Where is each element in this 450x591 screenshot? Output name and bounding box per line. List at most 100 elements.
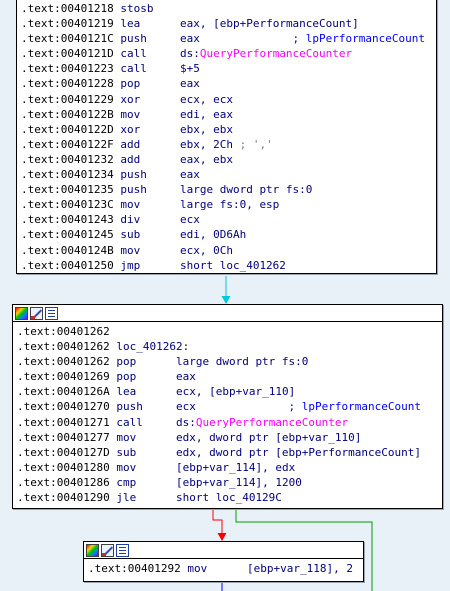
operand: [ebp+ xyxy=(175,475,210,489)
edge-false xyxy=(212,508,223,535)
address: .text:00401243 xyxy=(21,213,114,227)
mnemonic: sub xyxy=(116,445,137,459)
code-line[interactable]: .text:00401223 call $+5 xyxy=(21,61,432,76)
operand: large dword ptr fs:0 xyxy=(175,355,309,369)
code-lines: .text:00401218 stosb .text:00401219 lea … xyxy=(17,0,436,275)
mnemonic: push xyxy=(120,183,147,197)
code-line[interactable]: .text:00401235 push large dword ptr fs:0 xyxy=(21,182,432,197)
code-line[interactable]: .text:0040121D call ds:QueryPerformanceC… xyxy=(21,46,432,61)
operand: [ebp+ xyxy=(246,562,281,575)
address: .text:00401271 xyxy=(17,415,110,429)
code-line[interactable]: .text:00401234 push eax xyxy=(21,167,432,182)
graph-overview-icon[interactable] xyxy=(86,543,99,557)
text-view-icon[interactable] xyxy=(45,306,58,320)
operand: short loc_40129C xyxy=(175,491,282,505)
operand: edi, eax xyxy=(179,107,233,121)
code-lines: .text:00401262 .text:00401262 loc_401262:… xyxy=(13,322,442,507)
code-line[interactable]: .text:00401245 sub edi, 0D6Ah xyxy=(21,227,432,242)
mnemonic: pop xyxy=(116,355,137,369)
code-line[interactable]: .text:0040126A lea ecx, [ebp+var_110] xyxy=(17,384,438,399)
variable-name[interactable]: var_114 xyxy=(209,461,255,474)
operand: ; ',' xyxy=(232,137,273,151)
code-line[interactable]: .text:00401250 jmp short loc_401262 xyxy=(21,258,432,273)
code-block-loc_401262[interactable]: .text:00401262 .text:00401262 loc_401262:… xyxy=(12,304,443,509)
mnemonic: mov xyxy=(116,430,137,444)
operand: ], edx xyxy=(255,460,296,474)
code-line[interactable]: .text:00401262 xyxy=(17,324,438,339)
variable-name[interactable]: var_110 xyxy=(308,431,354,444)
edit-node-icon[interactable] xyxy=(101,543,114,557)
address: .text:00401290 xyxy=(17,491,110,505)
address: .text:00401245 xyxy=(21,228,114,242)
code-line[interactable]: .text:00401232 add eax, ebx xyxy=(21,152,432,167)
address: .text:0040122B xyxy=(21,107,114,121)
code-line[interactable]: .text:00401243 div ecx xyxy=(21,212,432,227)
code-line[interactable]: .text:00401218 stosb xyxy=(21,1,432,16)
address: .text:00401218 xyxy=(21,2,114,15)
code-line[interactable]: .text:0040124B mov ecx, 0Ch xyxy=(21,243,432,258)
code-line[interactable]: .text:00401277 mov edx, dword ptr [ebp+v… xyxy=(17,430,438,445)
operand: edx, dword ptr [ebp+ xyxy=(175,430,309,444)
address: .text:00401234 xyxy=(21,168,114,182)
variable-name[interactable]: PerformanceCount xyxy=(246,17,352,30)
code-line[interactable]: .text:00401292 mov [ebp+var_118], 2 xyxy=(88,561,359,576)
variable-name[interactable]: PerformanceCount xyxy=(308,446,414,459)
code-label[interactable]: loc_401262: xyxy=(116,340,189,353)
code-line[interactable]: .text:00401262 pop large dword ptr fs:0 xyxy=(17,354,438,369)
mnemonic: add xyxy=(120,152,141,166)
code-line[interactable]: .text:0040122B mov edi, eax xyxy=(21,107,432,122)
mnemonic: lea xyxy=(120,17,141,31)
address: .text:0040127D xyxy=(17,445,110,459)
code-line[interactable]: .text:00401228 pop eax xyxy=(21,76,432,91)
address: .text:0040121C xyxy=(21,32,114,46)
address: .text:00401223 xyxy=(21,62,114,76)
address: .text:0040122F xyxy=(21,137,114,151)
operand: eax xyxy=(175,370,196,384)
operand: ebx, 2Ch xyxy=(179,137,233,151)
address: .text:00401269 xyxy=(17,370,110,384)
mnemonic: call xyxy=(120,47,147,61)
code-block-top[interactable]: .text:00401218 stosb .text:00401219 lea … xyxy=(16,0,437,274)
code-line[interactable]: .text:0040122D xor ebx, ebx xyxy=(21,122,432,137)
import-name[interactable]: QueryPerformanceCounter xyxy=(196,416,348,429)
code-line[interactable]: .text:00401269 pop eax xyxy=(17,369,438,384)
variable-name[interactable]: var_110 xyxy=(242,385,288,398)
variable-name[interactable]: var_118 xyxy=(280,562,326,575)
address: .text:0040122D xyxy=(21,122,114,136)
edit-node-icon[interactable] xyxy=(30,306,43,320)
code-line[interactable]: .text:00401290 jle short loc_40129C xyxy=(17,490,438,505)
code-line[interactable]: .text:00401219 lea eax, [ebp+Performance… xyxy=(21,16,432,31)
operand: ecx, [ebp+ xyxy=(175,385,243,399)
operand: ecx, 0Ch xyxy=(179,243,233,257)
code-line[interactable]: .text:00401229 xor ecx, ecx xyxy=(21,92,432,107)
mnemonic: call xyxy=(120,62,147,76)
code-line[interactable]: .text:00401280 mov [ebp+var_114], edx xyxy=(17,460,438,475)
import-name[interactable]: QueryPerformanceCounter xyxy=(200,47,352,60)
comment: ; lpPerformanceCount xyxy=(199,32,426,46)
code-block-00401292[interactable]: .text:00401292 mov [ebp+var_118], 2 xyxy=(83,541,364,582)
operand: short loc_401262 xyxy=(179,258,286,272)
graph-overview-icon[interactable] xyxy=(15,306,28,320)
code-line[interactable]: .text:00401286 cmp [ebp+var_114], 1200 xyxy=(17,475,438,490)
code-line[interactable]: .text:0040121C push eax ; lpPerformanceC… xyxy=(21,31,432,46)
mnemonic: push xyxy=(116,400,143,414)
address: .text:00401235 xyxy=(21,183,114,197)
operand: edi, 0D6Ah xyxy=(179,228,247,242)
code-line[interactable]: .text:00401270 push ecx ; lpPerformanceC… xyxy=(17,399,438,414)
comment: ; lpPerformanceCount xyxy=(195,400,422,414)
code-line[interactable]: .text:00401262 loc_401262: xyxy=(17,339,438,354)
mnemonic: pop xyxy=(116,370,137,384)
code-lines: .text:00401292 mov [ebp+var_118], 2 xyxy=(84,559,363,578)
code-line[interactable]: .text:00401271 call ds:QueryPerformanceC… xyxy=(17,415,438,430)
mnemonic: lea xyxy=(116,385,137,399)
variable-name[interactable]: var_114 xyxy=(209,476,255,489)
code-line[interactable]: .text:0040127D sub edx, dword ptr [ebp+P… xyxy=(17,445,438,460)
text-view-icon[interactable] xyxy=(116,543,129,557)
code-line[interactable]: .text:0040122F add ebx, 2Ch ; ',' xyxy=(21,137,432,152)
code-line[interactable]: .text:0040123C mov large fs:0, esp xyxy=(21,197,432,212)
operand: ] xyxy=(414,445,422,459)
operand: large dword ptr fs:0 xyxy=(179,183,313,197)
address: .text:00401280 xyxy=(17,460,110,474)
operand: ] xyxy=(354,430,362,444)
operand: large fs:0, esp xyxy=(179,198,280,212)
